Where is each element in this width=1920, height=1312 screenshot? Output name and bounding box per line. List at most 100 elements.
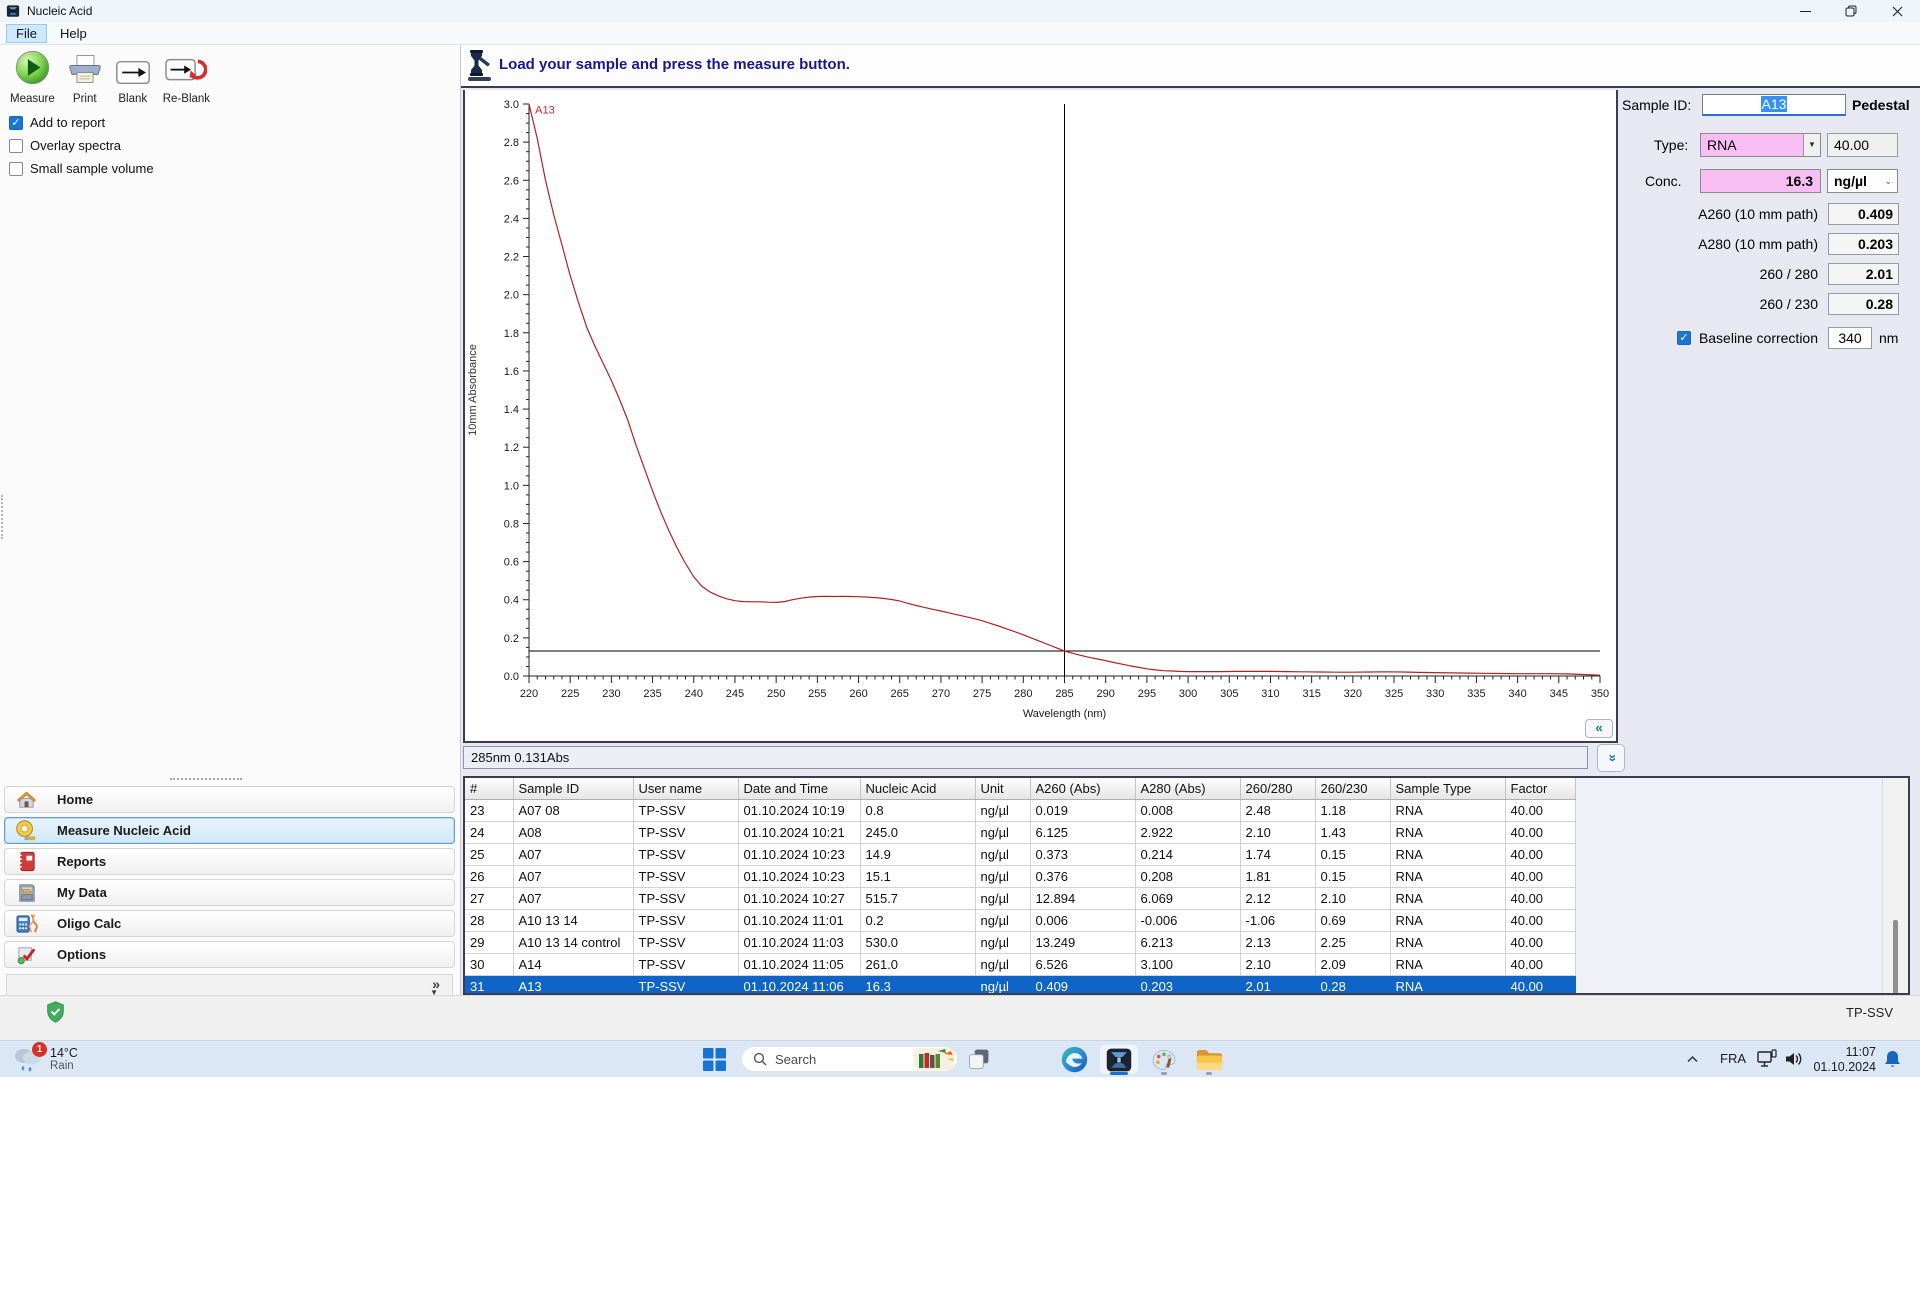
sidebar-item-oligo-calc[interactable]: Oligo Calc — [4, 910, 455, 937]
column-header[interactable]: 260/280 — [1240, 778, 1316, 800]
start-button[interactable] — [702, 1047, 727, 1077]
column-header[interactable]: 260/230 — [1315, 778, 1391, 800]
table-cell: 40.00 — [1505, 931, 1576, 954]
sidebar-item-my-data[interactable]: My Data — [4, 879, 455, 906]
table-row[interactable]: 29 A10 13 14 control TP-SSV 01.10.2024 11:0… — [465, 931, 1576, 954]
table-cell: 2.10 — [1240, 821, 1316, 844]
toolbar-button-label: Blank — [118, 93, 148, 105]
svg-text:245: 245 — [726, 688, 744, 700]
edge-taskbar-button[interactable] — [1054, 1044, 1094, 1075]
nanodrop-app-icon — [1105, 1046, 1133, 1074]
close-button[interactable] — [1874, 0, 1920, 22]
measure-button[interactable]: Measure — [4, 47, 61, 107]
column-header[interactable]: Sample ID — [513, 778, 634, 800]
pedestal-mode-label: Pedestal — [1852, 97, 1910, 113]
nanodrop-app-taskbar-button[interactable] — [1099, 1044, 1139, 1075]
sidebar-item-measure-nucleic-acid[interactable]: Measure Nucleic Acid — [4, 817, 455, 844]
table-cell: TP-SSV — [633, 931, 739, 954]
baseline-wavelength-input[interactable]: 340 — [1828, 327, 1872, 349]
tray-date: 01.10.2024 — [1813, 1059, 1876, 1074]
type-dropdown[interactable]: RNA ▼ — [1700, 133, 1821, 157]
chart-collapse-button[interactable]: « — [1585, 719, 1613, 738]
print-button[interactable]: Print — [61, 50, 109, 107]
column-header[interactable]: Factor — [1505, 778, 1576, 800]
conc-label: Conc. — [1645, 173, 1682, 189]
minimize-button[interactable] — [1782, 0, 1828, 22]
sidebar-item-reports[interactable]: Reports — [4, 848, 455, 875]
tray-clock[interactable]: 11:07 01.10.2024 — [1810, 1045, 1876, 1074]
svg-text:2.6: 2.6 — [504, 175, 519, 187]
sidebar-item-home[interactable]: Home — [4, 786, 455, 813]
table-cell: 31 — [465, 975, 514, 993]
table-cell: 0.008 — [1135, 799, 1241, 822]
task-view-button[interactable] — [967, 1047, 991, 1076]
checkbox[interactable]: ✓ — [9, 115, 23, 130]
table-row[interactable]: 25 A07 TP-SSV 01.10.2024 10:23 14.9 ng/µl 0.37… — [465, 843, 1576, 866]
column-header[interactable]: A280 (Abs) — [1135, 778, 1241, 800]
security-shield-icon — [46, 1001, 65, 1028]
chart-canvas[interactable]: 0.0 0.2 0.4 0.6 0.8 1.0 1.2 1.4 1.6 1.8 2.0 2.2 2.4 2… — [465, 90, 1616, 741]
table-scrollbar[interactable] — [1882, 778, 1908, 993]
conc-field[interactable]: 16.3 — [1700, 169, 1821, 193]
type-dropdown-arrow-icon[interactable]: ▼ — [1803, 134, 1820, 156]
menu-help[interactable]: Help — [50, 24, 97, 43]
checkbox[interactable] — [9, 138, 23, 153]
table-row[interactable]: 28 A10 13 14 TP-SSV 01.10.2024 11:01 0.2 ng/µ… — [465, 909, 1576, 932]
column-header[interactable]: Nucleic Acid — [860, 778, 976, 800]
checkbox[interactable] — [9, 161, 23, 176]
table-cell: 515.7 — [860, 887, 976, 910]
splitter-handle[interactable] — [170, 778, 242, 780]
table-cell: 2.10 — [1315, 887, 1391, 910]
baseline-row: ✓ Baseline correction 340 nm — [1511, 327, 1899, 349]
table-row[interactable]: 31 A13 TP-SSV 01.10.2024 11:06 16.3 ng/µl 0.40… — [465, 975, 1576, 993]
running-app-indicator — [1206, 1072, 1212, 1075]
table-row[interactable]: 24 A08 TP-SSV 01.10.2024 10:21 245.0 ng/µl 6.1… — [465, 821, 1576, 844]
conc-unit-dropdown[interactable]: ng/µl ⌄ — [1827, 169, 1898, 193]
network-icon[interactable] — [1756, 1049, 1778, 1074]
sidebar-item-options[interactable]: Options — [4, 941, 455, 968]
taskbar-weather-widget[interactable]: 1 14°C Rain — [12, 1042, 78, 1075]
column-header[interactable]: Unit — [975, 778, 1031, 800]
table-cell: RNA — [1390, 887, 1506, 910]
column-header[interactable]: Date and Time — [738, 778, 861, 800]
tray-overflow-chevron-icon[interactable] — [1686, 1053, 1699, 1071]
column-header[interactable]: User name — [633, 778, 739, 800]
search-highlight-image[interactable] — [914, 1048, 954, 1070]
pane-grip[interactable] — [1, 495, 3, 539]
svg-text:330: 330 — [1426, 688, 1444, 700]
table-scroll-thumb[interactable] — [1893, 920, 1898, 993]
table-cell: 1.18 — [1315, 799, 1391, 822]
notification-bell-icon[interactable] — [1884, 1050, 1901, 1073]
tray-language[interactable]: FRA — [1720, 1051, 1746, 1066]
restore-button[interactable] — [1828, 0, 1874, 22]
baseline-correction-checkbox[interactable]: ✓ — [1676, 331, 1691, 345]
expand-table-button[interactable]: « — [1597, 744, 1625, 772]
sidebar-item-label: Home — [57, 792, 94, 807]
table-cell: 6.213 — [1135, 931, 1241, 954]
table-cell: 40.00 — [1505, 865, 1576, 888]
volume-icon[interactable] — [1784, 1050, 1804, 1073]
file-explorer-taskbar-button[interactable] — [1189, 1044, 1229, 1075]
blank-button[interactable]: Blank — [109, 57, 157, 107]
sample-id-input[interactable]: A13 — [1702, 94, 1846, 116]
table-row[interactable]: 23 A07 08 TP-SSV 01.10.2024 10:19 0.8 ng/µl 0.… — [465, 799, 1576, 822]
sidebar-item-label: Oligo Calc — [57, 916, 122, 931]
column-header[interactable]: Sample Type — [1390, 778, 1506, 800]
svg-text:0.0: 0.0 — [504, 671, 519, 683]
table-cell: RNA — [1390, 821, 1506, 844]
table-cell: 01.10.2024 11:06 — [738, 975, 861, 993]
svg-text:280: 280 — [1014, 688, 1032, 700]
table-row[interactable]: 26 A07 TP-SSV 01.10.2024 10:23 15.1 ng/µl 0.37… — [465, 865, 1576, 888]
table-cell: 40.00 — [1505, 887, 1576, 910]
table-row[interactable]: 27 A07 TP-SSV 01.10.2024 10:27 515.7 ng/µl 12.… — [465, 887, 1576, 910]
menu-file[interactable]: File — [6, 23, 47, 43]
column-header[interactable]: # — [465, 778, 514, 800]
column-header[interactable]: A260 (Abs) — [1030, 778, 1136, 800]
taskbar-search[interactable]: Search — [741, 1046, 958, 1072]
metric-label: 260 / 230 — [1759, 296, 1818, 312]
conc-unit-value: ng/µl — [1834, 173, 1867, 189]
table-row[interactable]: 30 A14 TP-SSV 01.10.2024 11:05 261.0 ng/µl 6.5… — [465, 953, 1576, 976]
re-blank-button[interactable]: Re-Blank — [157, 54, 216, 107]
table-cell: 261.0 — [860, 953, 976, 976]
paint-taskbar-button[interactable] — [1144, 1044, 1184, 1075]
